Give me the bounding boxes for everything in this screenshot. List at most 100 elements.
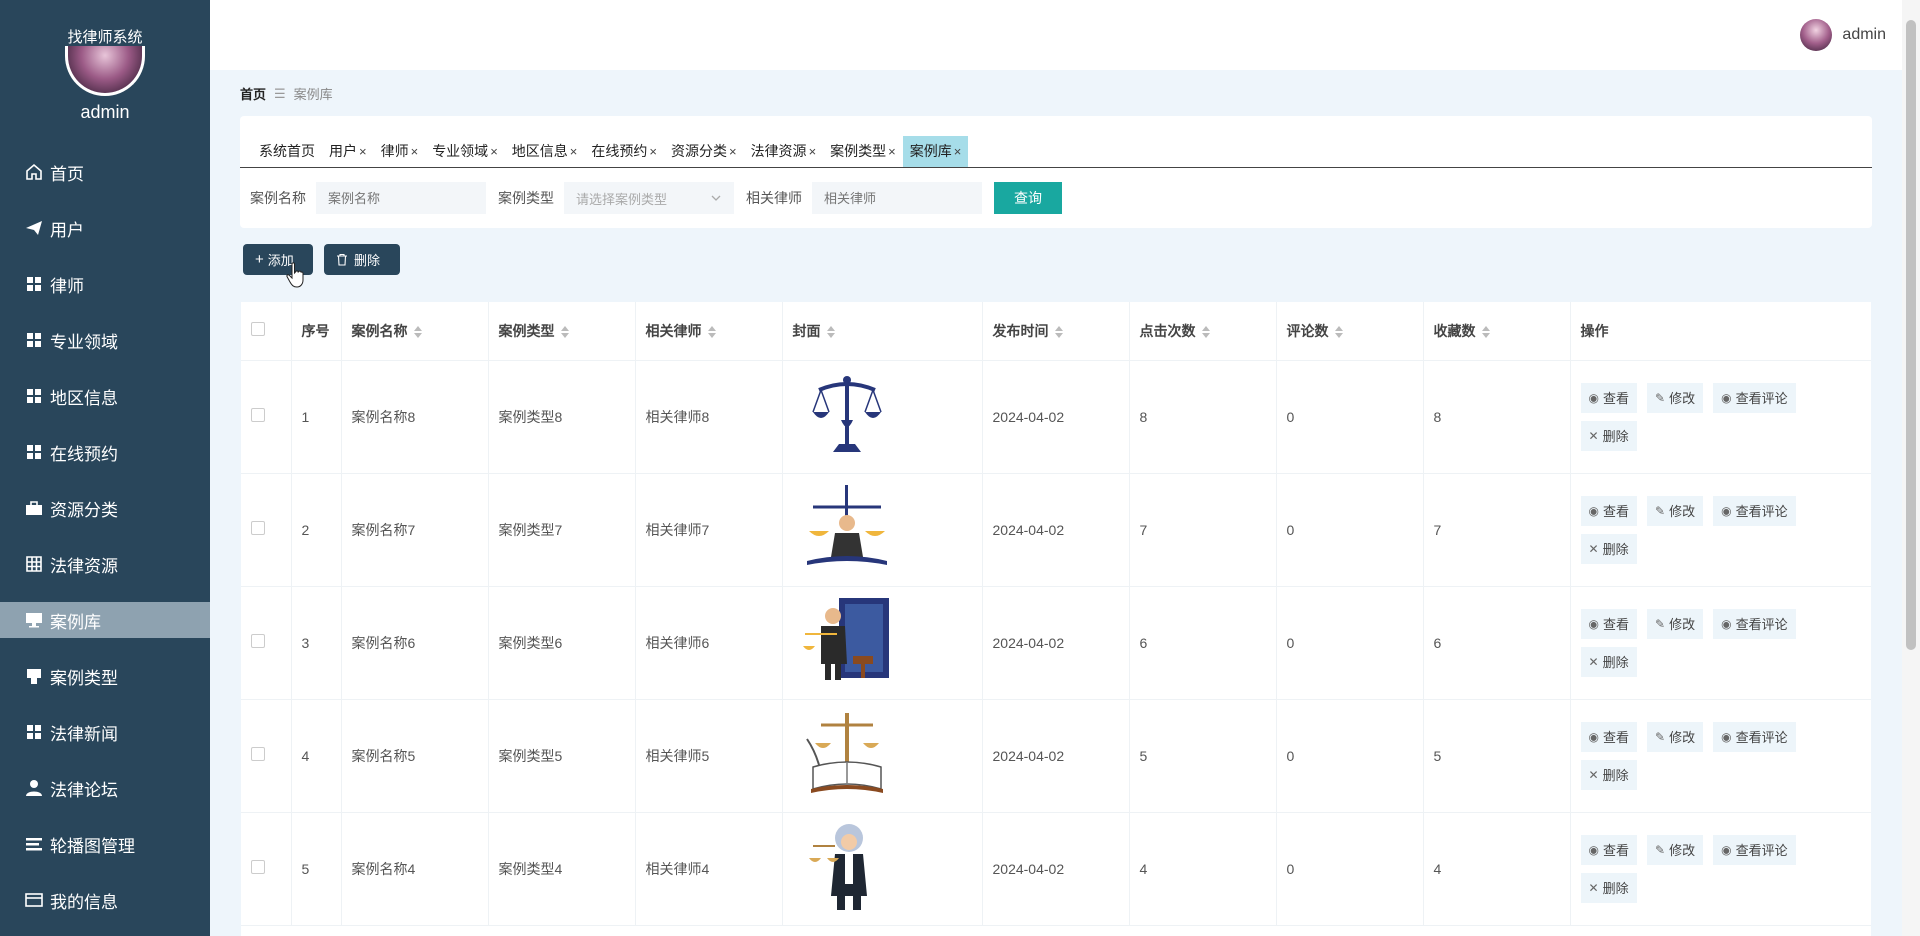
edit-button[interactable]: ✎ 修改 (1647, 721, 1704, 752)
scrollbar-thumb[interactable] (1906, 20, 1916, 650)
sort-icon[interactable] (1334, 326, 1343, 339)
close-icon[interactable]: × (954, 136, 962, 167)
select-all-checkbox[interactable] (251, 322, 265, 337)
column-header-2[interactable]: 案例类型 (488, 302, 636, 361)
view-comments-button[interactable]: ◉ 查看评论 (1713, 382, 1796, 413)
column-header-6[interactable]: 点击次数 (1129, 302, 1277, 361)
edit-button[interactable]: ✎ 修改 (1647, 382, 1704, 413)
sort-icon[interactable] (1201, 326, 1210, 339)
cover-image[interactable] (793, 481, 982, 578)
column-header-1[interactable]: 案例名称 (341, 302, 489, 361)
sidebar-item-10[interactable]: 法律新闻 (0, 714, 210, 750)
tab-label: 在线预约 (591, 143, 648, 159)
user-menu[interactable]: admin (1800, 19, 1886, 51)
view-comments-button[interactable]: ◉ 查看评论 (1713, 721, 1796, 752)
close-icon[interactable]: × (411, 136, 419, 167)
select-cell[interactable] (241, 812, 292, 926)
view-comments-button[interactable]: ◉ 查看评论 (1713, 608, 1796, 639)
close-icon[interactable]: × (490, 136, 498, 167)
tab-5[interactable]: 在线预约 × (584, 136, 664, 167)
row-checkbox[interactable] (251, 634, 265, 648)
column-header-5[interactable]: 发布时间 (982, 302, 1130, 361)
close-icon[interactable]: × (359, 136, 367, 167)
close-icon[interactable]: × (888, 136, 896, 167)
sort-icon[interactable] (1054, 326, 1063, 339)
lawyer-input[interactable] (812, 182, 982, 214)
sidebar-item-3[interactable]: 专业领域 (0, 322, 210, 358)
cover-image[interactable] (793, 594, 982, 691)
tab-2[interactable]: 律师 × (374, 136, 426, 167)
tab-6[interactable]: 资源分类 × (664, 136, 744, 167)
sort-icon[interactable] (826, 326, 835, 339)
row-checkbox[interactable] (251, 860, 265, 874)
sidebar-item-12[interactable]: 轮播图管理 (0, 826, 210, 862)
tab-7[interactable]: 法律资源 × (744, 136, 824, 167)
row-delete-button[interactable]: ✕ 删除 (1580, 872, 1637, 903)
edit-button[interactable]: ✎ 修改 (1647, 608, 1704, 639)
row-checkbox[interactable] (251, 521, 265, 535)
page-scrollbar[interactable] (1902, 0, 1920, 936)
view-comments-button[interactable]: ◉ 查看评论 (1713, 834, 1796, 865)
sort-icon[interactable] (1481, 326, 1490, 339)
sidebar-item-0[interactable]: 首页 (0, 154, 210, 190)
sidebar-item-8[interactable]: 案例库 (0, 602, 210, 638)
column-header-3[interactable]: 相关律师 (635, 302, 783, 361)
close-icon[interactable]: × (729, 136, 737, 167)
cover-image[interactable] (793, 368, 982, 465)
row-delete-button[interactable]: ✕ 删除 (1580, 533, 1637, 564)
view-button[interactable]: ◉ 查看 (1580, 495, 1637, 526)
delete-button[interactable]: 删除 (324, 244, 400, 275)
row-checkbox[interactable] (251, 747, 265, 761)
tab-1[interactable]: 用户 × (322, 136, 374, 167)
tab-3[interactable]: 专业领域 × (425, 136, 505, 167)
select-cell[interactable] (241, 473, 292, 587)
sidebar-item-5[interactable]: 在线预约 (0, 434, 210, 470)
view-button[interactable]: ◉ 查看 (1580, 721, 1637, 752)
sort-icon[interactable] (413, 326, 422, 339)
sort-icon[interactable] (560, 326, 569, 339)
select-cell[interactable] (241, 699, 292, 813)
tab-9[interactable]: 案例库 × (902, 136, 969, 167)
date-cell: 2024-04-02 (982, 473, 1130, 587)
close-icon[interactable]: × (809, 136, 817, 167)
sidebar-item-7[interactable]: 法律资源 (0, 546, 210, 582)
cover-image[interactable] (793, 707, 982, 804)
table-icon (24, 554, 50, 574)
tab-8[interactable]: 案例类型 × (823, 136, 903, 167)
column-header-8[interactable]: 收藏数 (1423, 302, 1571, 361)
case-type-select[interactable]: 请选择案例类型 (564, 182, 734, 214)
avatar[interactable] (1800, 19, 1833, 51)
sidebar-item-1[interactable]: 用户 (0, 210, 210, 246)
sidebar-item-11[interactable]: 法律论坛 (0, 770, 210, 806)
query-button[interactable]: 查询 (994, 182, 1062, 214)
tab-4[interactable]: 地区信息 × (505, 136, 585, 167)
view-comments-button[interactable]: ◉ 查看评论 (1713, 495, 1796, 526)
view-button[interactable]: ◉ 查看 (1580, 608, 1637, 639)
cover-image[interactable] (793, 820, 982, 917)
row-checkbox[interactable] (251, 408, 265, 422)
header-username[interactable]: admin (1842, 26, 1886, 44)
row-delete-button[interactable]: ✕ 删除 (1580, 646, 1637, 677)
select-all-header[interactable] (241, 302, 292, 361)
row-delete-button[interactable]: ✕ 删除 (1580, 420, 1637, 451)
sidebar-item-6[interactable]: 资源分类 (0, 490, 210, 526)
view-button[interactable]: ◉ 查看 (1580, 382, 1637, 413)
sidebar-item-9[interactable]: 案例类型 (0, 658, 210, 694)
select-cell[interactable] (241, 360, 292, 474)
sidebar-item-2[interactable]: 律师 (0, 266, 210, 302)
edit-button[interactable]: ✎ 修改 (1647, 834, 1704, 865)
breadcrumb-home[interactable]: 首页 (240, 84, 266, 103)
sidebar-item-13[interactable]: 我的信息 (0, 882, 210, 918)
row-delete-button[interactable]: ✕ 删除 (1580, 759, 1637, 790)
close-icon[interactable]: × (570, 136, 578, 167)
case-name-input[interactable] (316, 182, 486, 214)
select-cell[interactable] (241, 586, 292, 700)
view-button[interactable]: ◉ 查看 (1580, 834, 1637, 865)
column-header-4[interactable]: 封面 (782, 302, 983, 361)
sidebar-item-4[interactable]: 地区信息 (0, 378, 210, 414)
sort-icon[interactable] (707, 326, 716, 339)
edit-button[interactable]: ✎ 修改 (1647, 495, 1704, 526)
close-icon[interactable]: × (649, 136, 657, 167)
tab-0[interactable]: 系统首页 (252, 136, 322, 167)
column-header-7[interactable]: 评论数 (1276, 302, 1424, 361)
